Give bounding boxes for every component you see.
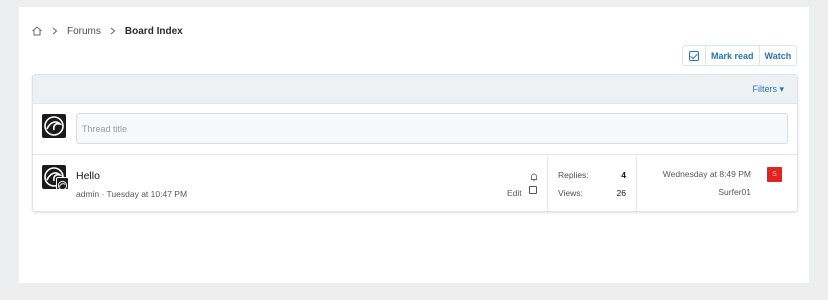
watch-button[interactable]: Watch	[758, 46, 797, 65]
avatar[interactable]	[42, 114, 66, 138]
checkbox-icon	[689, 50, 699, 61]
quick-thread-row: Thread title	[33, 104, 797, 155]
mark-read-button[interactable]: Mark read	[705, 46, 759, 65]
views-label: Views:	[558, 188, 583, 198]
filter-bar: Filters ▾	[33, 75, 797, 104]
breadcrumb-forums[interactable]: Forums	[67, 26, 101, 37]
last-post-avatar[interactable]: S	[767, 167, 782, 182]
bell-icon[interactable]	[529, 169, 539, 182]
forum-page: Forums Board Index Mark read Watch Filte…	[19, 7, 809, 283]
last-post-date[interactable]: Wednesday at 8:49 PM	[663, 169, 751, 179]
thread-title-link[interactable]: Hello	[76, 170, 100, 182]
small-avatar	[56, 177, 69, 190]
chevron-right-icon	[110, 27, 116, 35]
views-count: 26	[616, 188, 626, 198]
thread-list: Filters ▾ Thread title Hello admin · Tue…	[32, 74, 798, 212]
breadcrumb: Forums Board Index	[31, 24, 183, 38]
breadcrumb-board-index[interactable]: Board Index	[125, 26, 183, 37]
table-row[interactable]: Hello admin · Tuesday at 10:47 PM Edit R…	[33, 155, 797, 211]
last-post-user[interactable]: Surfer01	[718, 187, 751, 197]
edit-link[interactable]: Edit	[507, 188, 522, 198]
forum-actions: Mark read Watch	[682, 45, 798, 66]
select-checkbox[interactable]	[529, 186, 537, 194]
thread-title-input[interactable]: Thread title	[76, 113, 788, 144]
replies-label: Replies:	[558, 170, 589, 180]
filters-dropdown[interactable]: Filters ▾	[752, 84, 784, 95]
select-threads-button[interactable]	[683, 46, 705, 65]
home-icon[interactable]	[31, 25, 43, 37]
chevron-right-icon	[52, 27, 58, 35]
thread-meta: admin · Tuesday at 10:47 PM	[76, 189, 188, 199]
thread-stats: Replies: 4 Views: 26	[547, 155, 637, 211]
replies-count: 4	[621, 170, 626, 180]
